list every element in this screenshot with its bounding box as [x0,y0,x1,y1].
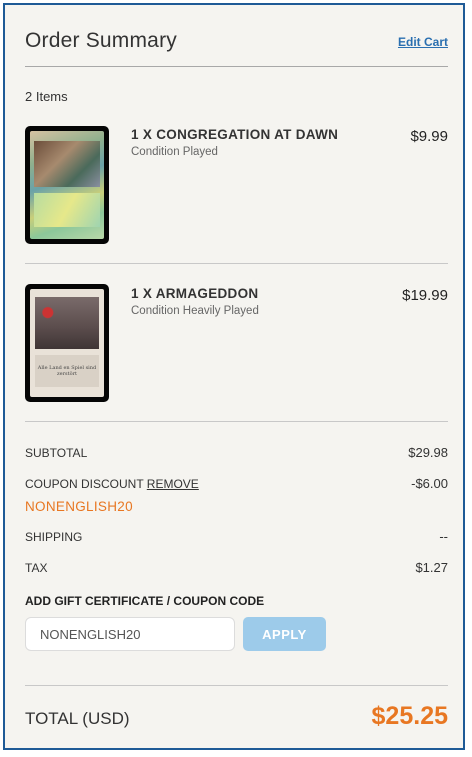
order-summary-panel: Order Summary Edit Cart 2 Items 1 X CONG… [3,3,465,750]
card-image-armageddon[interactable]: Alle Land en Spiel sind zerstört [25,284,109,402]
item-condition: Condition Heavily Played [131,305,259,317]
divider [25,66,448,67]
shipping-label: SHIPPING [25,530,83,544]
total-label: TOTAL (USD) [25,709,130,728]
subtotal-label: SUBTOTAL [25,446,88,460]
coupon-code-label: ADD GIFT CERTIFICATE / COUPON CODE [25,594,265,608]
total-value: $25.25 [371,702,448,730]
order-summary-title: Order Summary [25,29,177,52]
divider [25,421,448,422]
tax-value: $1.27 [415,560,448,575]
card-image-congregation-at-dawn[interactable] [25,126,109,244]
apply-coupon-button[interactable]: APPLY [243,617,326,651]
applied-coupon-code: NONENGLISH20 [25,499,133,514]
coupon-discount-value: -$6.00 [411,476,448,491]
edit-cart-link[interactable]: Edit Cart [398,35,448,49]
divider [25,685,448,686]
shipping-value: -- [439,529,448,544]
items-count: 2 Items [25,89,68,104]
item-price: $9.99 [410,128,448,145]
card-rules-text: Alle Land en Spiel sind zerstört [35,355,99,387]
divider [25,263,448,264]
item-condition: Condition Played [131,146,218,158]
coupon-discount-label: COUPON DISCOUNT [25,477,144,491]
item-name: 1 X ARMAGEDDON [131,286,259,301]
item-name: 1 X CONGREGATION AT DAWN [131,127,339,142]
tax-label: TAX [25,561,48,575]
item-price: $19.99 [402,287,448,304]
coupon-code-input[interactable] [25,617,235,651]
subtotal-value: $29.98 [408,445,448,460]
remove-coupon-link[interactable]: REMOVE [147,477,199,491]
coupon-discount-row: COUPON DISCOUNT REMOVE [25,477,199,491]
